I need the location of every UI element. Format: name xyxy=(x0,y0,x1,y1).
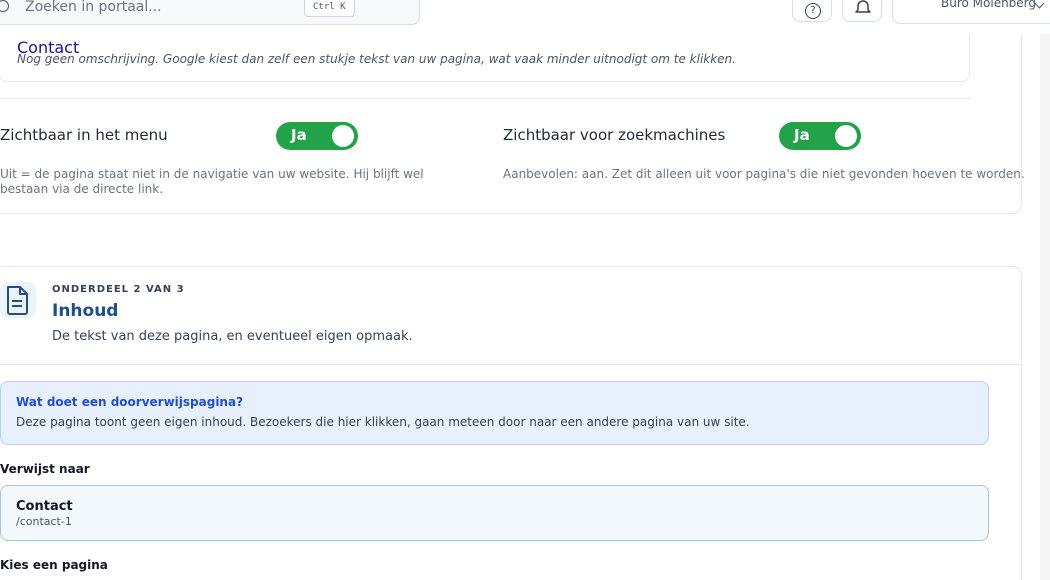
divider xyxy=(0,364,1022,365)
menu-visibility-toggle[interactable]: Ja xyxy=(276,122,358,150)
document-icon xyxy=(0,282,36,318)
search-icon xyxy=(0,0,9,12)
account-menu[interactable]: Buro Molenberg xyxy=(892,0,1050,24)
menu-visibility-help: Uit = de pagina staat niet in de navigat… xyxy=(0,167,424,196)
help-button[interactable]: ? xyxy=(792,0,832,22)
redirect-target-title: Contact xyxy=(16,499,73,514)
info-box-title: Wat doet een doorverwijspagina? xyxy=(16,395,244,409)
search-input[interactable]: Zoeken in portaal... xyxy=(25,0,162,15)
scrollbar[interactable] xyxy=(1040,34,1050,580)
section-title: Inhoud xyxy=(52,301,119,321)
search-preview-description: Nog geen omschrijving. Google kiest dan … xyxy=(17,52,736,66)
menu-visibility-label: Zichtbaar in het menu xyxy=(0,126,168,144)
search-visibility-label: Zichtbaar voor zoekmachines xyxy=(503,126,726,144)
section-step-label: ONDERDEEL 2 VAN 3 xyxy=(52,284,185,295)
redirect-target-card[interactable]: Contact /contact-1 xyxy=(0,485,989,541)
redirect-label: Verwijst naar xyxy=(0,462,90,476)
toggle-state-label: Ja xyxy=(794,126,810,144)
page-picker-label: Kies een pagina xyxy=(0,558,108,572)
toggle-state-label: Ja xyxy=(291,126,307,144)
toggle-knob xyxy=(332,125,354,147)
search-visibility-toggle[interactable]: Ja xyxy=(779,122,861,150)
bell-icon xyxy=(855,0,871,13)
account-name: Buro Molenberg xyxy=(941,0,1037,10)
chevron-down-icon xyxy=(1034,0,1045,9)
redirect-target-path: /contact-1 xyxy=(16,515,72,528)
search-box[interactable]: Zoeken in portaal... Ctrl K xyxy=(0,0,420,25)
divider xyxy=(0,98,971,99)
top-bar: Zoeken in portaal... Ctrl K ? Buro Molen… xyxy=(0,0,1050,34)
section-subtitle: De tekst van deze pagina, en eventueel e… xyxy=(52,329,413,344)
search-shortcut-hint: Ctrl K xyxy=(304,0,355,17)
info-box-body: Deze pagina toont geen eigen inhoud. Bez… xyxy=(16,415,750,429)
search-visibility-help: Aanbevolen: aan. Zet dit alleen uit voor… xyxy=(503,167,1025,181)
toggle-knob xyxy=(835,125,857,147)
info-box: Wat doet een doorverwijspagina? Deze pag… xyxy=(0,381,989,445)
help-circle-icon: ? xyxy=(805,3,821,19)
notifications-button[interactable] xyxy=(842,0,882,22)
